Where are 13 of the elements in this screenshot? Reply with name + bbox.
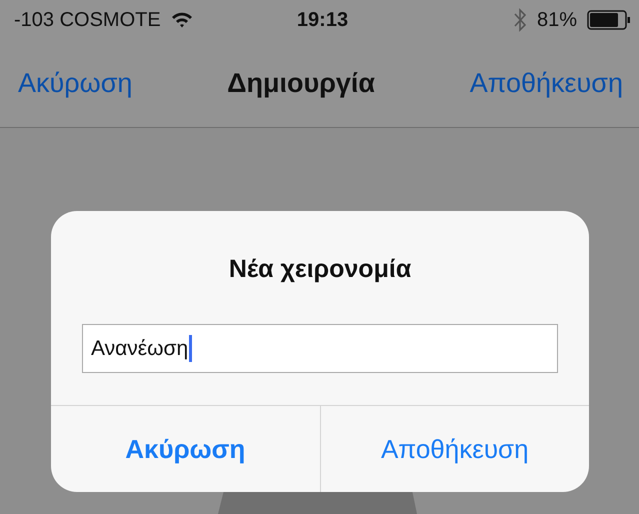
clock-time: 19:13 <box>296 8 348 32</box>
input-field[interactable]: Ανανέωση <box>82 324 558 373</box>
bluetooth-icon <box>512 8 527 32</box>
cancel-link[interactable]: Ακύρωση <box>18 68 132 99</box>
cancel-button[interactable]: Ακύρωση <box>51 406 320 492</box>
dialog-title: Νέα χειρονομία <box>228 255 412 284</box>
battery-icon <box>587 10 631 30</box>
save-button[interactable]: Αποθήκευση <box>320 406 589 492</box>
nav-title: Δημιουργία <box>227 68 376 99</box>
battery-percentage: 81% <box>536 8 577 32</box>
save-link[interactable]: Αποθήκευση <box>470 68 623 99</box>
wifi-icon <box>170 12 193 28</box>
carrier-name: -103 COSMOTE <box>14 8 161 32</box>
